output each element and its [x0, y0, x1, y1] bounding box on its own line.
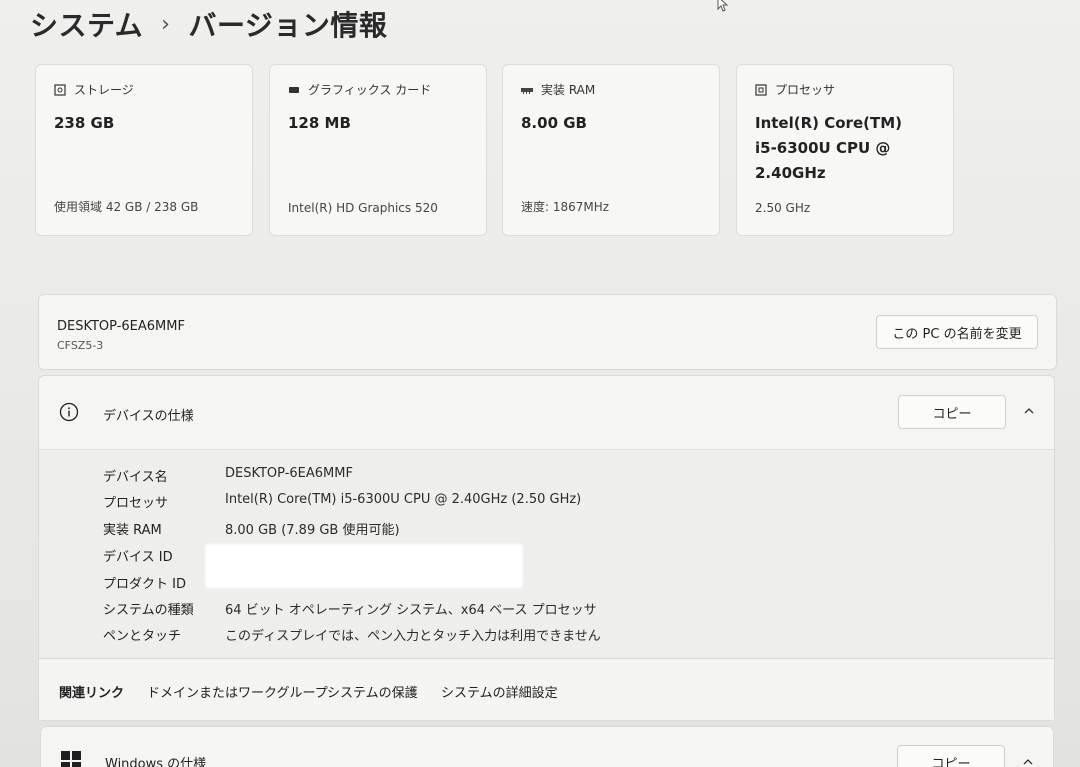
graphics-name: Intel(R) HD Graphics 520	[288, 201, 438, 215]
windows-logo-icon	[61, 751, 81, 767]
spec-key: ペンとタッチ	[103, 629, 182, 644]
spec-value: 64 ビット オペレーティング システム、x64 ベース プロセッサ	[225, 603, 597, 618]
spec-key: デバイス名	[103, 470, 168, 485]
storage-title: ストレージ	[74, 83, 134, 97]
link-advanced-system-settings[interactable]: システムの詳細設定	[441, 682, 558, 701]
spec-row: ペンとタッチ このディスプレイでは、ペン入力とタッチ入力は利用できません	[103, 625, 601, 644]
processor-value-line-1: Intel(R) Core(TM)	[755, 114, 902, 132]
device-model: CFSZ5-3	[57, 339, 104, 352]
graphics-card: グラフィックス カード 128 MB Intel(R) HD Graphics …	[269, 64, 487, 236]
graphics-title: グラフィックス カード	[308, 83, 432, 97]
device-name-row: DESKTOP-6EA6MMF CFSZ5-3 この PC の名前を変更	[38, 294, 1057, 370]
processor-value-line-2: i5-6300U CPU @	[755, 139, 891, 157]
processor-value: Intel(R) Core(TM) i5-6300U CPU @ 2.40GHz	[755, 111, 941, 186]
spec-value: 8.00 GB (7.89 GB 使用可能)	[225, 523, 400, 538]
device-spec-body: デバイス名 DESKTOP-6EA6MMF プロセッサ Intel(R) Cor…	[39, 450, 1054, 658]
copy-windows-spec-button[interactable]: コピー	[897, 745, 1005, 767]
storage-value: 238 GB	[54, 114, 115, 132]
device-spec-title: デバイスの仕様	[103, 409, 194, 424]
processor-card: プロセッサ Intel(R) Core(TM) i5-6300U CPU @ 2…	[736, 64, 954, 236]
processor-value-line-3: 2.40GHz	[755, 164, 826, 182]
chevron-up-icon[interactable]	[1022, 404, 1036, 418]
spec-value: このディスプレイでは、ペン入力とタッチ入力は利用できません	[225, 629, 601, 644]
copy-device-spec-button[interactable]: コピー	[898, 395, 1006, 429]
redacted-id-mask	[205, 544, 523, 588]
spec-row: デバイス名 DESKTOP-6EA6MMF	[103, 466, 353, 485]
windows-spec-panel[interactable]: Windows の仕様 コピー	[40, 726, 1054, 767]
device-spec-header[interactable]: デバイスの仕様 コピー	[39, 376, 1054, 450]
ram-card: 実装 RAM 8.00 GB 速度: 1867MHz	[502, 64, 720, 236]
link-domain-workgroup[interactable]: ドメインまたはワークグループ	[147, 682, 328, 701]
spec-value: DESKTOP-6EA6MMF	[225, 466, 353, 481]
rename-pc-button[interactable]: この PC の名前を変更	[876, 315, 1038, 349]
breadcrumb-separator: ›	[161, 11, 171, 37]
ram-title: 実装 RAM	[541, 83, 596, 97]
storage-icon	[54, 83, 66, 96]
storage-usage: 使用領域 42 GB / 238 GB	[54, 200, 199, 214]
ram-value: 8.00 GB	[521, 114, 587, 132]
processor-title: プロセッサ	[775, 83, 836, 97]
related-links: 関連リンク ドメインまたはワークグループ システムの保護 システムの詳細設定	[39, 658, 1054, 720]
graphics-card-icon	[289, 86, 299, 93]
related-links-label: 関連リンク	[59, 686, 125, 701]
storage-card: ストレージ 238 GB 使用領域 42 GB / 238 GB	[35, 64, 253, 236]
page-title: バージョン情報	[188, 9, 388, 42]
windows-spec-title: Windows の仕様	[105, 757, 207, 767]
link-system-protection[interactable]: システムの保護	[327, 682, 418, 701]
processor-clock: 2.50 GHz	[755, 201, 811, 215]
spec-key: プロセッサ	[103, 496, 169, 511]
spec-row: プロセッサ Intel(R) Core(TM) i5-6300U CPU @ 2…	[103, 492, 581, 511]
ram-icon	[521, 87, 533, 94]
spec-key: 実装 RAM	[103, 523, 162, 538]
breadcrumb-parent[interactable]: システム	[30, 4, 143, 44]
processor-icon	[755, 83, 767, 96]
chevron-up-icon[interactable]	[1021, 755, 1035, 767]
mouse-cursor-icon	[717, 0, 729, 12]
device-name: DESKTOP-6EA6MMF	[57, 319, 185, 334]
graphics-value: 128 MB	[288, 114, 351, 132]
spec-row: 実装 RAM 8.00 GB (7.89 GB 使用可能)	[103, 519, 400, 538]
spec-row: システムの種類 64 ビット オペレーティング システム、x64 ベース プロセ…	[103, 599, 597, 618]
ram-speed: 速度: 1867MHz	[521, 200, 610, 214]
device-spec-panel: デバイスの仕様 コピー デバイス名 DESKTOP-6EA6MMF プロセッサ …	[38, 375, 1055, 721]
info-icon	[59, 402, 79, 422]
spec-value: Intel(R) Core(TM) i5-6300U CPU @ 2.40GHz…	[225, 492, 582, 507]
breadcrumb: システム › バージョン情報	[30, 4, 387, 44]
spec-key: システムの種類	[103, 603, 194, 618]
